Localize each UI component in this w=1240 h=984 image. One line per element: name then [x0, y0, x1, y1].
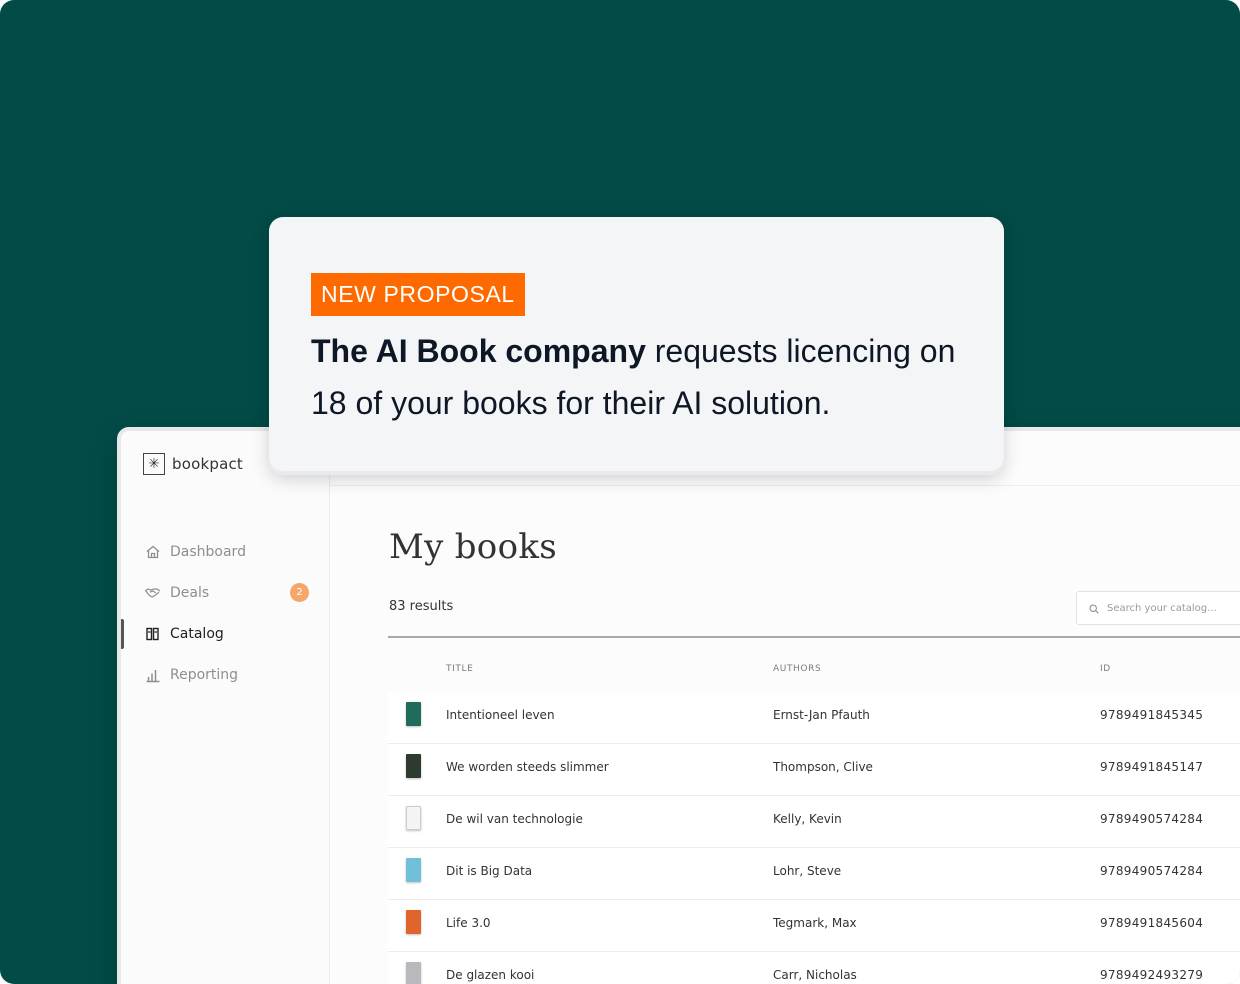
proposal-company: The AI Book company [311, 333, 646, 369]
table-row[interactable]: Life 3.0 Tegmark, Max 9789491845604 [388, 900, 1240, 952]
column-header-id[interactable]: ID [1100, 664, 1111, 674]
sidebar-item-label: Dashboard [170, 543, 246, 560]
search-input[interactable] [1105, 601, 1240, 615]
table-divider [388, 636, 1240, 638]
book-id: 9789490574284 [1100, 864, 1204, 878]
table-row[interactable]: Intentioneel leven Ernst-Jan Pfauth 9789… [388, 692, 1240, 744]
catalog-search[interactable] [1076, 591, 1240, 625]
sidebar: ✳ bookpact Dashboard Deals 2 Catalog Rep… [121, 431, 330, 984]
book-cover [406, 806, 421, 830]
sidebar-item-dashboard[interactable]: Dashboard [144, 543, 309, 560]
sidebar-item-catalog[interactable]: Catalog [144, 625, 309, 642]
brand[interactable]: ✳ bookpact [143, 453, 243, 475]
table-row[interactable]: Dit is Big Data Lohr, Steve 978949057428… [388, 848, 1240, 900]
book-title: De wil van technologie [446, 812, 583, 826]
book-cover [406, 962, 421, 984]
column-header-title[interactable]: TITLE [446, 664, 473, 674]
books-icon [144, 625, 161, 642]
column-header-authors[interactable]: AUTHORS [773, 664, 821, 674]
sidebar-item-label: Reporting [170, 666, 239, 683]
book-title: Dit is Big Data [446, 864, 533, 878]
book-authors: Carr, Nicholas [773, 968, 857, 982]
book-id: 9789492493279 [1100, 968, 1204, 982]
proposal-tag: NEW PROPOSAL [311, 273, 525, 316]
sidebar-item-reporting[interactable]: Reporting [144, 666, 309, 683]
sidebar-item-deals[interactable]: Deals 2 [144, 583, 309, 602]
table-row[interactable]: De wil van technologie Kelly, Kevin 9789… [388, 796, 1240, 848]
table-row[interactable]: We worden steeds slimmer Thompson, Clive… [388, 744, 1240, 796]
sidebar-item-label: Catalog [170, 625, 224, 642]
book-cover [406, 754, 421, 778]
bar-chart-icon [144, 666, 161, 683]
search-icon [1089, 599, 1099, 618]
book-id: 9789491845604 [1100, 916, 1204, 930]
proposal-message: The AI Book company requests licencing o… [311, 325, 971, 429]
main-content: My books 83 results TITLE AUTHORS ID Int… [330, 431, 1240, 984]
brand-name: bookpact [172, 455, 244, 473]
book-authors: Kelly, Kevin [773, 812, 842, 826]
page-title: My books [389, 527, 557, 567]
book-cover [406, 858, 421, 882]
bookpact-logo-icon: ✳ [143, 453, 165, 475]
book-authors: Ernst-Jan Pfauth [773, 708, 870, 722]
book-title: Intentioneel leven [446, 708, 555, 722]
deals-count-badge: 2 [290, 583, 309, 602]
book-title: Life 3.0 [446, 916, 491, 930]
table-row[interactable]: De glazen kooi Carr, Nicholas 9789492493… [388, 952, 1240, 984]
home-icon [144, 543, 161, 560]
app-window: ✳ bookpact Dashboard Deals 2 Catalog Rep… [121, 431, 1240, 984]
book-cover [406, 910, 421, 934]
header-divider [330, 485, 1240, 486]
proposal-card[interactable]: NEW PROPOSAL The AI Book company request… [269, 217, 1004, 475]
book-authors: Lohr, Steve [773, 864, 842, 878]
book-title: De glazen kooi [446, 968, 535, 982]
book-title: We worden steeds slimmer [446, 760, 609, 774]
book-cover [406, 702, 421, 726]
book-authors: Thompson, Clive [773, 760, 873, 774]
active-nav-marker [121, 619, 124, 649]
background-stage: ✳ bookpact Dashboard Deals 2 Catalog Rep… [0, 0, 1240, 984]
handshake-icon [144, 584, 161, 601]
book-authors: Tegmark, Max [773, 916, 857, 930]
results-count: 83 results [389, 599, 454, 614]
book-id: 9789490574284 [1100, 812, 1204, 826]
book-id: 9789491845345 [1100, 708, 1204, 722]
sidebar-item-label: Deals [170, 584, 210, 601]
book-id: 9789491845147 [1100, 760, 1204, 774]
